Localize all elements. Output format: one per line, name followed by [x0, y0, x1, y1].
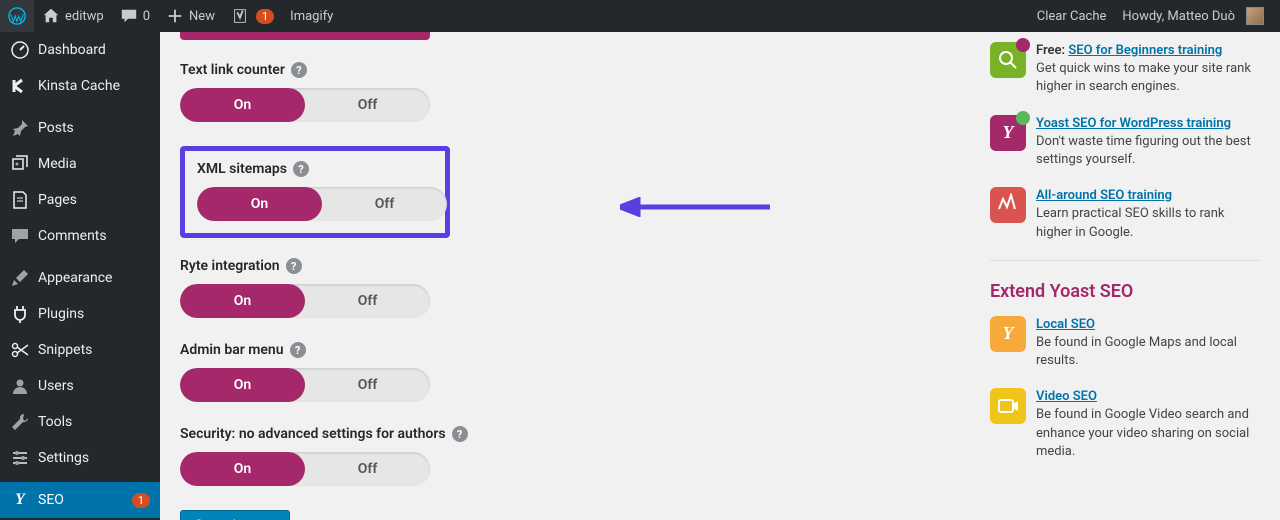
topbar-left: editwp 0 New 1 Imagify [0, 0, 341, 32]
comments-link[interactable]: 0 [112, 0, 158, 32]
howdy-text: Howdy, Matteo Duò [1122, 9, 1235, 24]
promo-icon [990, 42, 1026, 78]
extend-heading: Extend Yoast SEO [990, 281, 1260, 302]
new-label: New [189, 9, 215, 24]
comment-icon [120, 7, 138, 25]
save-button[interactable]: Save changes [180, 510, 290, 520]
sidebar-item-plugins[interactable]: Plugins [0, 296, 160, 332]
sidebar-item-kinsta[interactable]: Kinsta Cache [0, 68, 160, 104]
promo-video-seo: Video SEOBe found in Google Video search… [990, 388, 1260, 461]
toggle-on[interactable]: On [180, 452, 305, 486]
promo-local-seo: Y Local SEOBe found in Google Maps and l… [990, 316, 1260, 371]
pages-icon [10, 190, 30, 210]
setting-ryte: Ryte integration? OnOff [180, 258, 790, 318]
sidebar-item-users[interactable]: Users [0, 368, 160, 404]
toggle-text-link-counter[interactable]: OnOff [180, 88, 430, 122]
home-icon [42, 7, 60, 25]
scissors-icon [10, 340, 30, 360]
user-icon [10, 376, 30, 396]
topbar-right: Clear Cache Howdy, Matteo Duò [1029, 0, 1280, 32]
toggle-off[interactable]: Off [322, 187, 447, 221]
sidebar-item-appearance[interactable]: Appearance [0, 260, 160, 296]
wp-logo[interactable] [0, 0, 34, 32]
toggle-on[interactable]: On [180, 284, 305, 318]
sidebar-item-snippets[interactable]: Snippets [0, 332, 160, 368]
toggle-on[interactable]: On [180, 368, 305, 402]
comment-icon [10, 226, 30, 246]
sidebar-item-media[interactable]: Media [0, 146, 160, 182]
sidebar-item-tools[interactable]: Tools [0, 404, 160, 440]
sliders-icon [10, 448, 30, 468]
toggle-off[interactable]: Off [305, 452, 430, 486]
annotation-arrow [620, 197, 770, 217]
site-name[interactable]: editwp [34, 0, 112, 32]
setting-security: Security: no advanced settings for autho… [180, 426, 790, 486]
sidebar-item-settings[interactable]: Settings [0, 440, 160, 476]
howdy-user[interactable]: Howdy, Matteo Duò [1114, 0, 1272, 32]
new-content[interactable]: New [158, 0, 223, 32]
promo-icon: Y [990, 316, 1026, 352]
admin-sidebar: Dashboard Kinsta Cache Posts Media Pages… [0, 32, 160, 520]
yoast-icon: Y [10, 490, 30, 510]
help-icon[interactable]: ? [452, 426, 468, 442]
wrench-icon [10, 412, 30, 432]
media-icon [10, 154, 30, 174]
pin-icon [10, 118, 30, 138]
promo-icon [990, 388, 1026, 424]
toggle-on[interactable]: On [180, 88, 305, 122]
wordpress-icon [8, 7, 26, 25]
sidebar-item-posts[interactable]: Posts [0, 110, 160, 146]
plug-icon [10, 304, 30, 324]
sidebar-item-dashboard[interactable]: Dashboard [0, 32, 160, 68]
promo-link[interactable]: SEO for Beginners training [1068, 43, 1222, 58]
toggle-ryte[interactable]: OnOff [180, 284, 430, 318]
admin-topbar: editwp 0 New 1 Imagify Clear Cache Howdy… [0, 0, 1280, 32]
site-name-label: editwp [65, 9, 104, 24]
help-icon[interactable]: ? [286, 258, 302, 274]
avatar [1246, 7, 1264, 25]
promo-icon [990, 187, 1026, 223]
promo-seo-beginners: Free: SEO for Beginners trainingGet quic… [990, 42, 1260, 97]
toggle-security[interactable]: OnOff [180, 452, 430, 486]
setting-admin-bar: Admin bar menu? OnOff [180, 342, 790, 402]
imagify-label: Imagify [290, 9, 333, 24]
toggle-admin-bar[interactable]: OnOff [180, 368, 430, 402]
promo-link[interactable]: All-around SEO training [1036, 188, 1172, 203]
imagify-link[interactable]: Imagify [282, 0, 341, 32]
promo-allaround-seo: All-around SEO trainingLearn practical S… [990, 187, 1260, 242]
toggle-off[interactable]: Off [305, 368, 430, 402]
yoast-badge: 1 [256, 9, 274, 24]
cut-off-toggle [180, 32, 430, 40]
brush-icon [10, 268, 30, 288]
setting-text-link-counter: Text link counter? OnOff [180, 62, 790, 122]
sidebar-item-seo[interactable]: YSEO1 [0, 482, 160, 518]
toggle-off[interactable]: Off [305, 88, 430, 122]
promo-link[interactable]: Local SEO [1036, 317, 1095, 332]
dashboard-icon [10, 40, 30, 60]
sidebar-item-comments[interactable]: Comments [0, 218, 160, 254]
help-icon[interactable]: ? [290, 342, 306, 358]
right-column: Free: SEO for Beginners trainingGet quic… [990, 32, 1260, 479]
yoast-icon [231, 7, 249, 25]
promo-link[interactable]: Video SEO [1036, 389, 1097, 404]
promo-link[interactable]: Yoast SEO for WordPress training [1036, 116, 1231, 131]
toggle-off[interactable]: Off [305, 284, 430, 318]
toggle-on[interactable]: On [197, 187, 322, 221]
plus-icon [166, 7, 184, 25]
kinsta-icon [10, 76, 30, 96]
main-content: Text link counter? OnOff XML sitemaps? O… [160, 32, 1280, 520]
yoast-topbar[interactable]: 1 [223, 0, 282, 32]
sidebar-item-pages[interactable]: Pages [0, 182, 160, 218]
comments-count: 0 [143, 9, 150, 24]
seo-badge: 1 [132, 493, 150, 508]
help-icon[interactable]: ? [291, 62, 307, 78]
help-icon[interactable]: ? [293, 161, 309, 177]
xml-sitemaps-highlight: XML sitemaps? OnOff [180, 146, 450, 238]
toggle-xml-sitemaps[interactable]: OnOff [197, 187, 447, 221]
promo-yoast-wp-training: Y Yoast SEO for WordPress trainingDon't … [990, 115, 1260, 170]
settings-column: Text link counter? OnOff XML sitemaps? O… [180, 32, 790, 520]
promo-icon: Y [990, 115, 1026, 151]
separator [990, 260, 1260, 261]
clear-cache[interactable]: Clear Cache [1029, 0, 1115, 32]
